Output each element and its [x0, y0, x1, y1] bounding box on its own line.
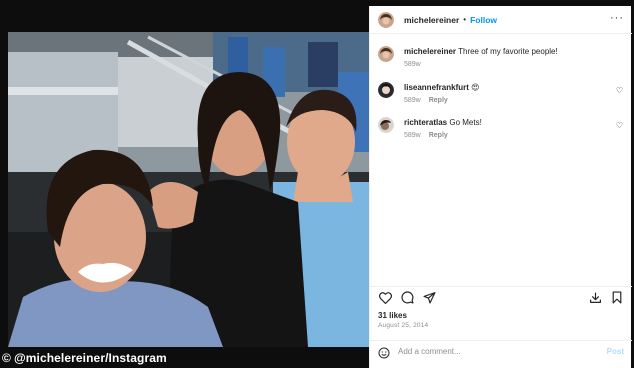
download-icon[interactable]: [588, 291, 602, 305]
comment-time[interactable]: 589w: [404, 97, 421, 104]
action-bar: [370, 286, 632, 308]
post-header: michelereiner • Follow ···: [370, 6, 632, 34]
comment-icon[interactable]: [400, 291, 414, 305]
avatar[interactable]: [378, 11, 394, 28]
comment-item: richteratlas Go Mets! 589w Reply: [378, 117, 482, 139]
share-icon[interactable]: [422, 291, 436, 305]
post-side-panel: michelereiner • Follow ··· michelereiner…: [369, 6, 632, 368]
caption-text: Three of my favorite people!: [458, 47, 558, 56]
photo-credit: © @michelereiner/Instagram: [2, 350, 167, 366]
comment-time[interactable]: 589w: [404, 132, 421, 139]
likes-count[interactable]: 31 likes: [378, 311, 407, 320]
caption-username[interactable]: michelereiner: [404, 47, 456, 56]
comment-input[interactable]: [398, 347, 607, 356]
credit-text: @michelereiner/Instagram: [13, 351, 167, 365]
post-date[interactable]: August 25, 2014: [378, 322, 428, 329]
photo-top-bar: [8, 6, 369, 32]
comment-text: Go Mets!: [449, 118, 482, 127]
copyright-symbol: ©: [2, 351, 11, 365]
avatar[interactable]: [378, 82, 394, 98]
comment-text: 😍: [471, 83, 480, 92]
stadium-photo-illustration: [8, 32, 369, 347]
comment-item: liseannefrankfurt 😍 589w Reply: [378, 82, 479, 104]
like-comment-heart-icon[interactable]: ♡: [616, 121, 623, 130]
avatar[interactable]: [378, 46, 394, 62]
reply-button[interactable]: Reply: [429, 132, 448, 139]
comment-username[interactable]: richteratlas: [404, 118, 447, 127]
post-photo[interactable]: [8, 32, 369, 347]
header-separator: •: [463, 15, 467, 24]
heart-icon[interactable]: [378, 291, 392, 305]
bookmark-icon[interactable]: [610, 291, 624, 305]
add-comment-bar: Post: [370, 340, 632, 362]
caption-time[interactable]: 589w: [404, 61, 421, 68]
header-username[interactable]: michelereiner: [404, 15, 459, 25]
comment-username[interactable]: liseannefrankfurt: [404, 83, 469, 92]
reply-button[interactable]: Reply: [429, 97, 448, 104]
avatar[interactable]: [378, 117, 394, 133]
like-comment-heart-icon[interactable]: ♡: [616, 86, 623, 95]
emoji-icon[interactable]: [378, 346, 390, 358]
follow-button[interactable]: Follow: [470, 15, 497, 25]
post-button[interactable]: Post: [607, 347, 624, 356]
caption: michelereiner Three of my favorite peopl…: [378, 46, 558, 68]
more-options-button[interactable]: ···: [610, 12, 624, 28]
